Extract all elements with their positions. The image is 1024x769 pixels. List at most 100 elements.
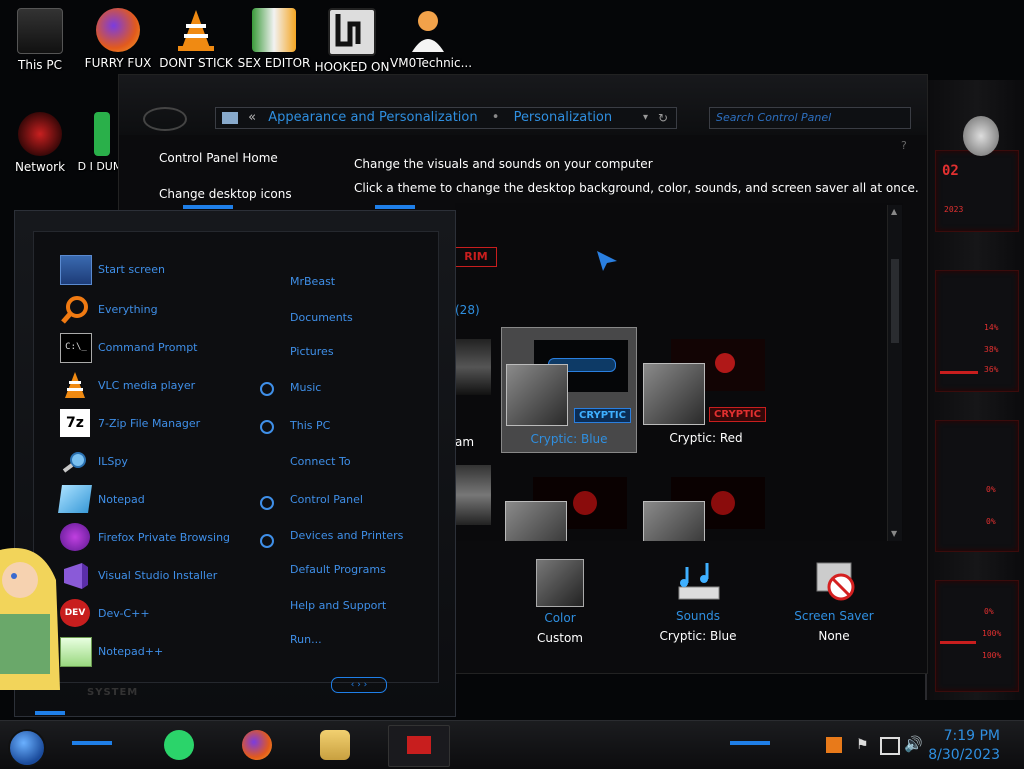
theme-label: Cryptic: Red [669,431,743,445]
decor-dash [375,205,415,209]
color-swatch [536,559,584,607]
search-magnifier-icon [60,295,90,324]
volume-icon[interactable]: 🔊 [904,735,923,753]
refresh-icon[interactable]: ↻ [658,108,668,128]
desktop-icon-network[interactable]: Network [2,112,78,174]
color-setting[interactable]: Color Custom [505,559,615,645]
submenu-arrow-icon [260,534,274,548]
start-item-visual-studio-installer[interactable]: Visual Studio Installer [60,561,260,591]
start-item-label: VLC media player [98,379,196,392]
start-item-command-prompt[interactable]: C:\_ Command Prompt [60,333,260,363]
place-this-pc[interactable]: This PC [290,419,330,432]
computer-icon [17,8,63,54]
start-item-notepadpp[interactable]: Notepad++ [60,637,260,667]
java-update-icon[interactable] [826,737,842,753]
start-menu: Start screen Everything C:\_ Command Pro… [14,205,456,717]
chevron-down-icon[interactable]: ▾ [643,108,648,128]
alien-logo-icon[interactable] [963,116,999,156]
start-item-label: Command Prompt [98,341,198,354]
nav-back-forward-icon[interactable] [143,107,187,131]
scroll-up-icon[interactable]: ▲ [891,207,897,216]
screensaver-setting[interactable]: Screen Saver None [779,559,889,643]
search-input[interactable]: Search Control Panel [709,107,911,129]
place-mrbeast[interactable]: MrBeast [290,275,335,288]
theme-badge: CRYPTIC [574,408,631,423]
breadcrumb-personalization[interactable]: Personalization [514,110,613,125]
place-help-support[interactable]: Help and Support [290,599,386,612]
theme-dark-red-1[interactable] [501,465,635,541]
search-placeholder: Search Control Panel [716,111,832,124]
scroll-down-icon[interactable]: ▼ [891,529,897,538]
screensaver-title: Screen Saver [794,609,874,623]
music-notes-icon [673,559,723,605]
terminal-icon: C:\_ [60,333,92,363]
place-documents[interactable]: Documents [290,311,353,324]
help-icon[interactable]: ? [901,139,907,152]
partial-theme-thumb[interactable]: RIM [455,247,497,267]
hud-widget-panel: 02 2023 14% 38% 36% 0% 0% 0% 100% 100% [925,80,1024,700]
app-icon [94,112,110,156]
hud-block-mid: 0% 0% [935,420,1019,552]
place-music[interactable]: Music [290,381,321,394]
scrollbar-thumb[interactable] [891,259,899,343]
power-options-button[interactable]: ‹ › › [331,677,387,693]
control-panel-icon [222,112,238,124]
theme-dark-red-2[interactable] [639,465,773,541]
theme-cryptic-blue[interactable]: CRYPTIC Cryptic: Blue [501,327,637,453]
address-bar[interactable]: « Appearance and Personalization • Perso… [215,107,677,129]
place-devices-printers[interactable]: Devices and Printers [290,529,403,542]
start-item-label: Visual Studio Installer [98,569,218,582]
system-clock[interactable]: 7:19 PM 8/30/2023 [928,727,1000,765]
nav-control-panel-home[interactable]: Control Panel Home [159,151,278,165]
desktop-icon-sex-editor[interactable]: SEX EDITOR [236,8,312,70]
hud-block-top: 02 2023 [935,150,1019,232]
screensaver-value: None [818,629,850,643]
start-item-label: Notepad [98,493,145,506]
desktop-icon-this-pc[interactable]: This PC [2,8,78,72]
taskbar-running-app[interactable] [388,725,450,767]
firefox-icon[interactable] [242,730,272,760]
spotify-icon[interactable] [164,730,194,760]
start-item-notepad[interactable]: Notepad [58,485,260,515]
partial-theme-thumb[interactable] [455,465,491,525]
place-control-panel[interactable]: Control Panel [290,493,363,506]
start-item-start-screen[interactable]: Start screen [60,255,260,285]
start-item-ilspy[interactable]: ILSpy [60,447,260,477]
desktop-icon-furry-fux[interactable]: FURRY FUX [80,8,156,70]
notepadpp-icon [60,637,92,667]
place-default-programs[interactable]: Default Programs [290,563,386,576]
hud-percent: 100% [982,651,1002,660]
file-explorer-icon[interactable] [320,730,350,760]
start-item-label: Dev-C++ [98,607,150,620]
place-pictures[interactable]: Pictures [290,345,334,358]
submenu-arrow-icon [260,496,274,510]
start-item-label: Notepad++ [98,645,164,658]
start-orb-button[interactable] [8,729,46,767]
page-title: Change the visuals and sounds on your co… [354,157,653,171]
system-label: SYSTEM [87,687,139,698]
place-connect-to[interactable]: Connect To [290,455,351,468]
start-item-firefox-private[interactable]: Firefox Private Browsing [60,523,260,553]
place-run[interactable]: Run... [290,633,322,646]
desktop-icon-hooked-on[interactable]: HOOKED ON [314,8,390,74]
start-item-vlc[interactable]: VLC media player [60,371,260,401]
start-item-devcpp[interactable]: DEV Dev-C++ [60,599,260,629]
breadcrumb-prefix: « [248,110,257,125]
desktop-icon-vm0technic[interactable]: VM0Technic... [390,8,472,70]
nav-change-desktop-icons[interactable]: Change desktop icons [159,187,292,201]
breadcrumb-appearance[interactable]: Appearance and Personalization [268,110,477,125]
partial-theme-thumb[interactable] [455,339,491,395]
start-item-7zip[interactable]: 7z 7-Zip File Manager [60,409,260,439]
decor-dash [72,741,112,745]
start-item-everything[interactable]: Everything [60,295,260,325]
firefox-icon [96,8,140,52]
hxd-icon [252,8,296,52]
desktop-icon-dont-stick[interactable]: DONT STICK [158,8,234,70]
theme-list-scrollbar[interactable]: ▲ ▼ [887,205,902,541]
theme-cryptic-red[interactable]: CRYPTIC Cryptic: Red [639,327,773,451]
network-status-icon[interactable] [880,737,900,755]
theme-label: Cryptic: Blue [530,432,608,446]
flag-icon[interactable]: ⚑ [856,737,869,753]
sounds-setting[interactable]: Sounds Cryptic: Blue [643,559,753,643]
breadcrumb-separator-icon: • [491,110,500,125]
